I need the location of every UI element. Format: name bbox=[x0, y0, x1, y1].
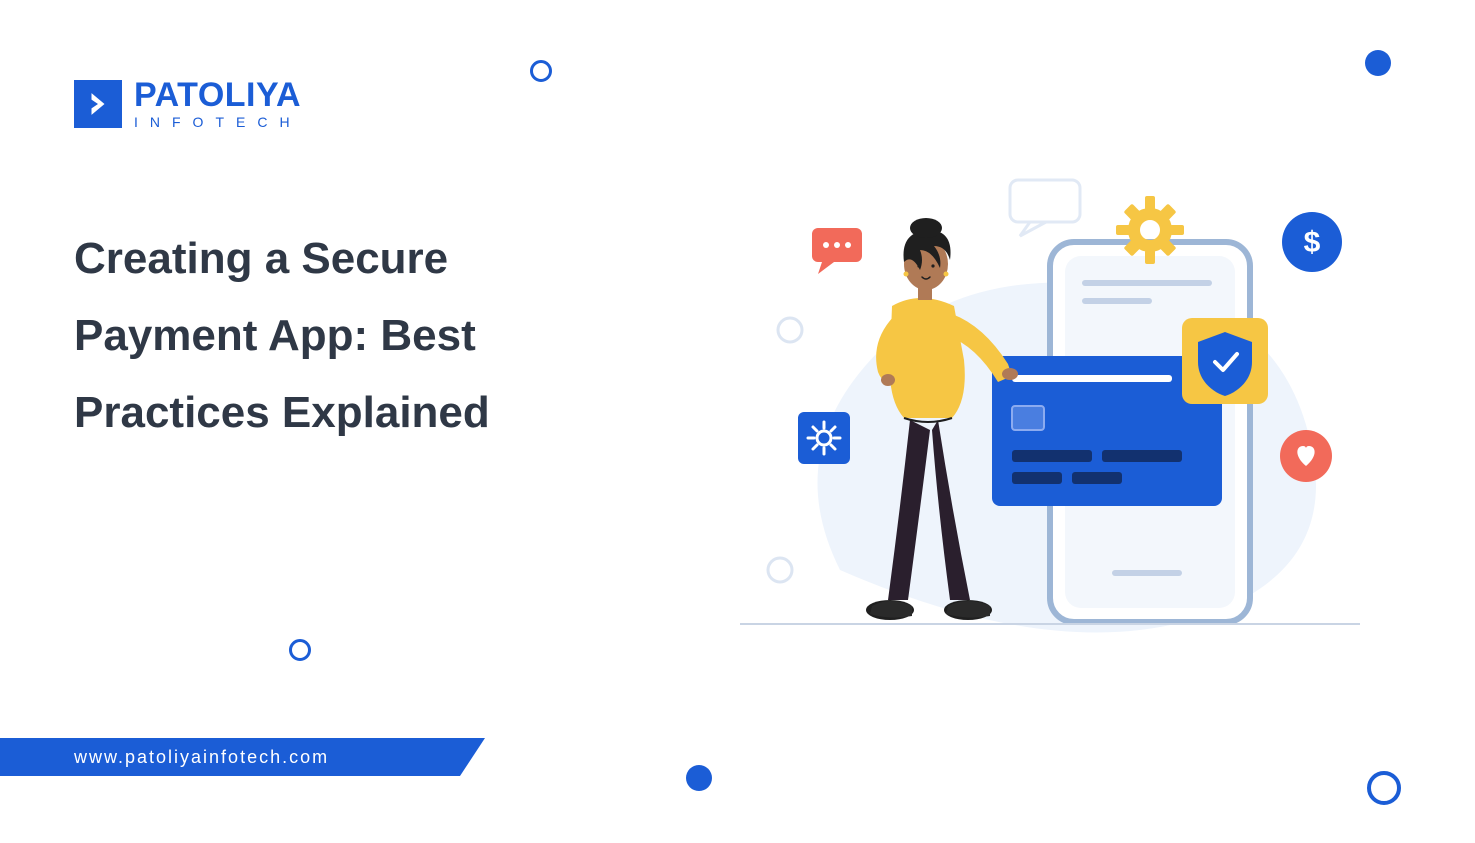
chevron-right-icon bbox=[85, 91, 111, 117]
decorative-dot bbox=[686, 765, 712, 791]
svg-text:$: $ bbox=[1304, 226, 1321, 259]
decorative-ring bbox=[289, 639, 311, 661]
footer-url-ribbon: www.patoliyainfotech.com bbox=[0, 738, 485, 776]
page-headline: Creating a Secure Payment App: Best Prac… bbox=[74, 220, 624, 451]
logo-mark bbox=[74, 80, 122, 128]
footer-url: www.patoliyainfotech.com bbox=[74, 747, 329, 768]
chat-dots-icon bbox=[812, 228, 862, 274]
brand-subline: INFOTECH bbox=[134, 114, 302, 130]
cog-icon bbox=[798, 412, 850, 464]
logo-text: PATOLIYA INFOTECH bbox=[134, 78, 302, 130]
shield-icon bbox=[1182, 318, 1268, 404]
brand-name: PATOLIYA bbox=[134, 78, 302, 112]
hero-illustration: $ bbox=[720, 150, 1400, 670]
heart-icon bbox=[1280, 430, 1332, 482]
brand-logo: PATOLIYA INFOTECH bbox=[74, 78, 302, 130]
decorative-dot bbox=[1365, 50, 1391, 76]
decorative-ring bbox=[1367, 771, 1401, 805]
decorative-ring bbox=[530, 60, 552, 82]
dollar-icon: $ bbox=[1282, 212, 1342, 272]
